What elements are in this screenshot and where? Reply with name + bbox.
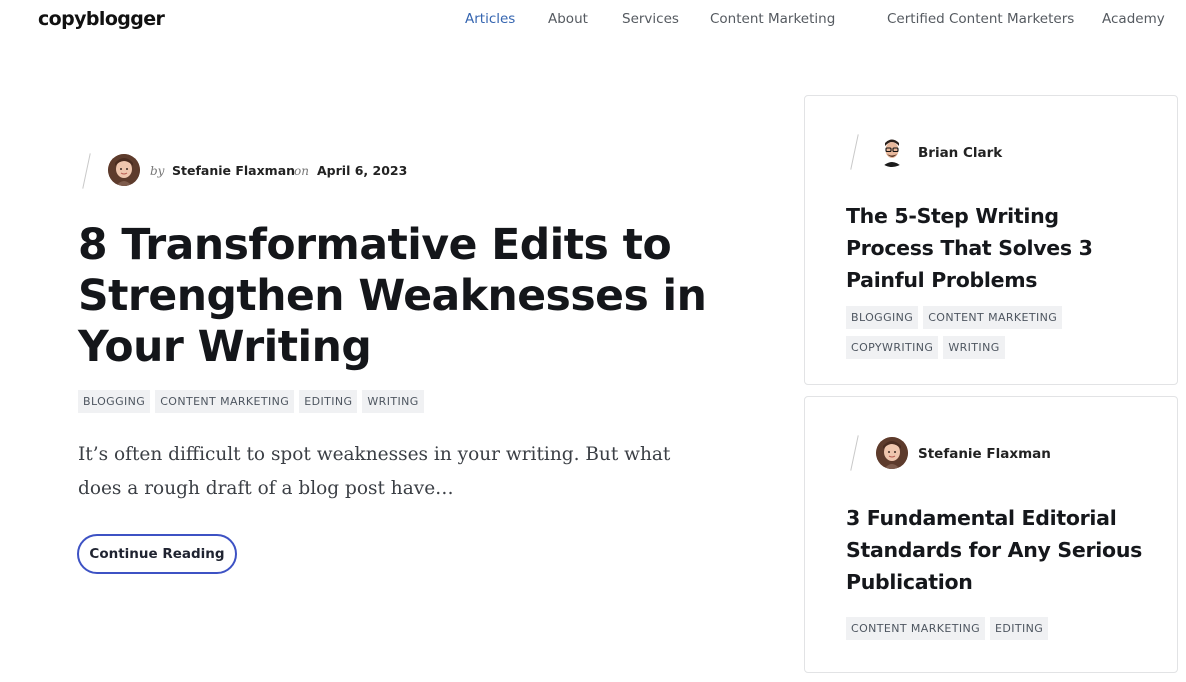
author-avatar[interactable] — [876, 437, 908, 469]
tag-content-marketing[interactable]: CONTENT MARKETING — [846, 617, 986, 640]
article-author[interactable]: Stefanie Flaxman — [172, 163, 295, 178]
site-logo[interactable]: copyblogger — [38, 8, 165, 30]
tag-blogging[interactable]: BLOGGING — [78, 390, 151, 413]
card-title[interactable]: The 5-Step Writing Process That Solves 3… — [846, 200, 1146, 296]
site-header: copyblogger Articles About Services Cont… — [0, 0, 1186, 40]
tag-content-marketing[interactable]: CONTENT MARKETING — [923, 306, 1063, 329]
meta-by-label: by — [150, 164, 165, 178]
tag-content-marketing[interactable]: CONTENT MARKETING — [155, 390, 295, 413]
tag-editing[interactable]: EDITING — [990, 617, 1049, 640]
meta-on-label: on — [294, 164, 309, 178]
tag-editing[interactable]: EDITING — [299, 390, 358, 413]
nav-certified-content-marketers[interactable]: Certified Content Marketers — [887, 11, 1074, 27]
meta-divider — [850, 435, 859, 471]
tag-copywriting[interactable]: COPYWRITING — [846, 336, 939, 359]
nav-content-marketing[interactable]: Content Marketing — [710, 11, 835, 27]
card-tags: CONTENT MARKETING EDITING — [846, 617, 1146, 640]
meta-divider — [850, 134, 859, 170]
tag-writing[interactable]: WRITING — [362, 390, 424, 413]
meta-divider — [82, 153, 91, 189]
card-author[interactable]: Brian Clark — [918, 145, 1002, 161]
sidebar-card[interactable]: Brian Clark The 5-Step Writing Process T… — [804, 95, 1178, 385]
author-avatar[interactable] — [108, 154, 140, 186]
avatar-photo-icon — [108, 154, 140, 186]
avatar-photo-icon — [876, 437, 908, 469]
nav-articles[interactable]: Articles — [465, 11, 515, 27]
tag-writing[interactable]: WRITING — [943, 336, 1005, 359]
avatar-photo-icon — [876, 135, 908, 167]
card-author[interactable]: Stefanie Flaxman — [918, 446, 1051, 462]
author-avatar[interactable] — [876, 135, 908, 167]
nav-services[interactable]: Services — [622, 11, 679, 27]
nav-academy[interactable]: Academy — [1102, 11, 1165, 27]
article-title[interactable]: 8 Transformative Edits to Strengthen Wea… — [78, 220, 738, 373]
tag-blogging[interactable]: BLOGGING — [846, 306, 919, 329]
continue-reading-button[interactable]: Continue Reading — [77, 534, 237, 574]
sidebar-card[interactable]: Stefanie Flaxman 3 Fundamental Editorial… — [804, 396, 1178, 673]
article-tags: BLOGGING CONTENT MARKETING EDITING WRITI… — [78, 390, 424, 413]
article-date: April 6, 2023 — [317, 163, 408, 178]
article-excerpt: It’s often difficult to spot weaknesses … — [78, 444, 671, 499]
nav-about[interactable]: About — [548, 11, 588, 27]
card-title[interactable]: 3 Fundamental Editorial Standards for An… — [846, 502, 1146, 598]
card-tags: BLOGGING CONTENT MARKETING COPYWRITING W… — [846, 306, 1146, 359]
